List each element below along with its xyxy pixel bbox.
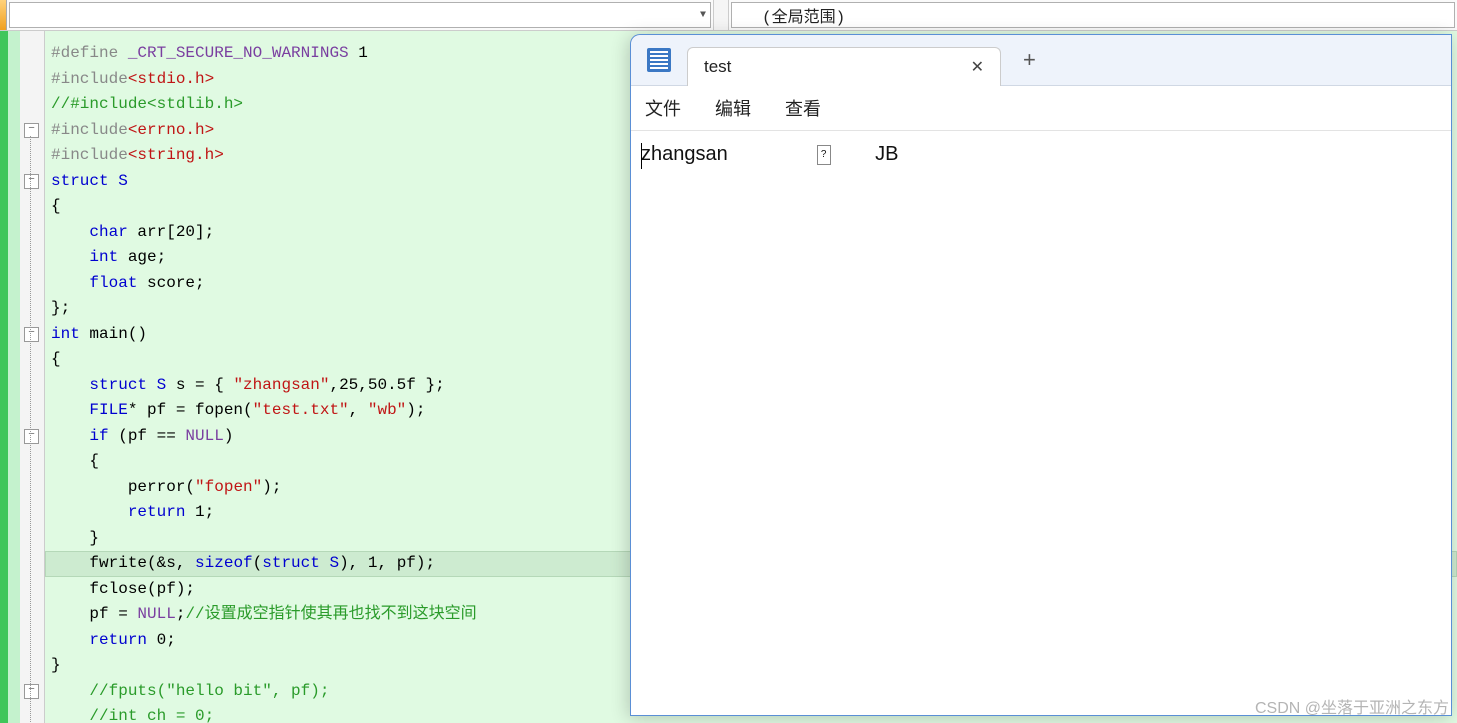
fold-toggle[interactable]: − [24, 174, 39, 189]
fold-toggle[interactable]: − [24, 327, 39, 342]
unknown-glyph-icon: ? [817, 145, 831, 165]
fold-gutter: − − − − − [20, 31, 45, 723]
menu-edit[interactable]: 编辑 [715, 95, 751, 121]
notepad-app-icon [647, 48, 671, 72]
toolbar-divider [713, 0, 729, 30]
new-tab-button[interactable]: + [1023, 47, 1036, 73]
close-icon[interactable]: ✕ [971, 57, 984, 77]
notepad-content: zhangsan ? JB [641, 143, 898, 165]
scope-dropdown-left[interactable]: ▼ [9, 2, 711, 28]
notepad-menubar: 文件 编辑 查看 [631, 86, 1451, 131]
toolbar-left-edge [0, 0, 7, 30]
notepad-tab-title: test [704, 57, 731, 77]
notepad-body[interactable]: zhangsan ? JB [631, 131, 1451, 715]
notepad-titlebar[interactable]: test ✕ + [631, 35, 1451, 86]
scope-toolbar: ▼ (全局范围) [0, 0, 1457, 31]
fold-toggle[interactable]: − [24, 429, 39, 444]
change-margin-inner [8, 31, 20, 723]
menu-view[interactable]: 查看 [785, 95, 821, 121]
notepad-window: test ✕ + 文件 编辑 查看 zhangsan ? JB [630, 34, 1452, 716]
notepad-tab[interactable]: test ✕ [687, 47, 1001, 86]
watermark-text: CSDN @坐落于亚洲之东方 [1255, 694, 1449, 718]
change-margin-outer [0, 31, 8, 723]
chevron-down-icon: ▼ [700, 10, 706, 21]
scope-dropdown-right[interactable]: (全局范围) [731, 2, 1455, 28]
fold-toggle[interactable]: − [24, 684, 39, 699]
scope-label: (全局范围) [762, 3, 845, 27]
text-cursor [641, 143, 642, 169]
menu-file[interactable]: 文件 [645, 95, 681, 121]
fold-toggle[interactable]: − [24, 123, 39, 138]
